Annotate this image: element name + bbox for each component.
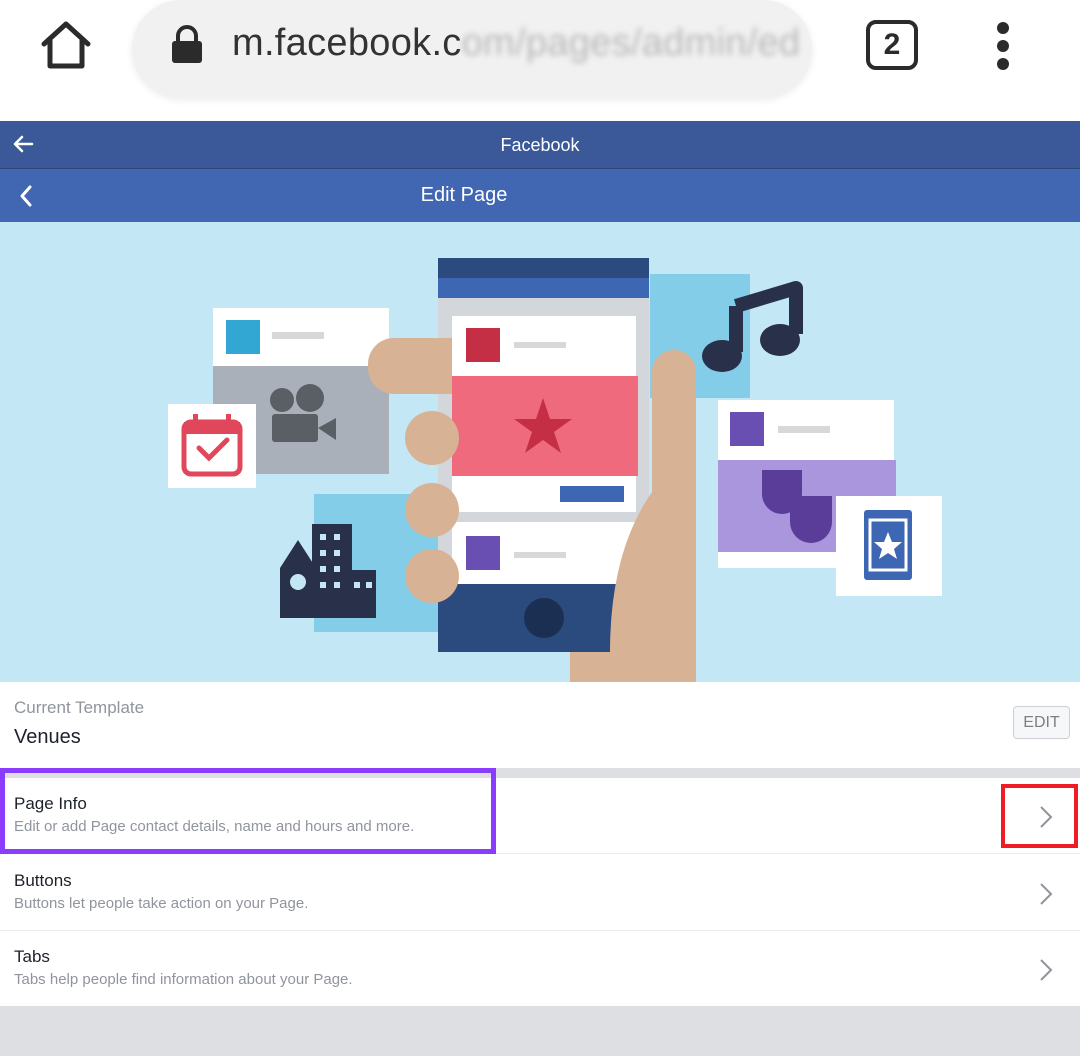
buttons-title: Buttons xyxy=(14,871,72,890)
more-options-icon[interactable] xyxy=(992,22,1014,70)
home-icon[interactable] xyxy=(36,16,96,76)
edit-page-header: Edit Page xyxy=(0,169,1080,222)
edit-page-title: Edit Page xyxy=(420,184,508,206)
back-arrow-icon[interactable] xyxy=(10,131,36,157)
tabs-subtitle: Tabs help people find information about … xyxy=(14,971,353,988)
url-text[interactable]: m.facebook.com/pages/admin/ed xyxy=(232,22,800,65)
chevron-right-icon[interactable] xyxy=(1038,881,1054,907)
url-visible: m.facebook.c xyxy=(232,22,462,64)
buttons-subtitle: Buttons let people take action on your P… xyxy=(14,895,309,912)
template-label: Current Template xyxy=(14,698,145,717)
chevron-highlight-box xyxy=(1001,784,1078,848)
header-title: Facebook xyxy=(500,135,580,155)
chevron-left-icon[interactable] xyxy=(16,183,36,209)
tabs-title: Tabs xyxy=(14,947,50,966)
buttons-row[interactable]: Buttons Buttons let people take action o… xyxy=(0,855,1080,931)
tab-switcher-button[interactable]: 2 xyxy=(866,20,918,70)
url-blurred: om/pages/admin/ed xyxy=(461,22,801,64)
chevron-right-icon[interactable] xyxy=(1038,957,1054,983)
browser-toolbar: m.facebook.com/pages/admin/ed 2 xyxy=(0,0,1080,121)
current-template-section: Current Template Venues EDIT xyxy=(0,682,1080,768)
tabs-row[interactable]: Tabs Tabs help people find information a… xyxy=(0,931,1080,1006)
page-info-highlight-box xyxy=(0,768,496,854)
facebook-header: Facebook xyxy=(0,121,1080,169)
bottom-spacer xyxy=(0,1006,1080,1056)
page-template-illustration xyxy=(0,222,1080,682)
lock-icon xyxy=(170,24,204,64)
edit-template-button[interactable]: EDIT xyxy=(1013,706,1070,739)
template-value: Venues xyxy=(14,726,81,748)
